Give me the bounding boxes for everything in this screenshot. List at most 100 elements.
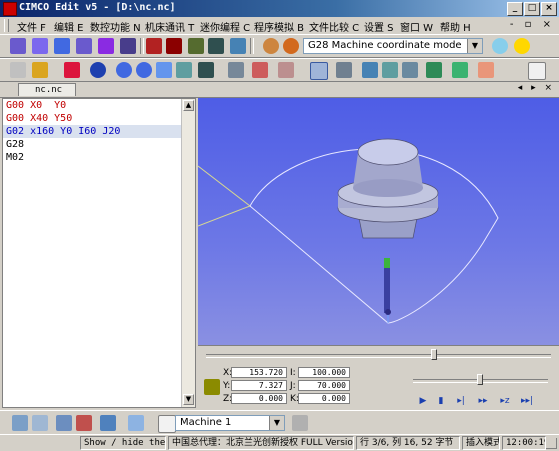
open-icon[interactable] xyxy=(12,415,28,431)
menu-mini-programming[interactable]: 迷你编程 C xyxy=(200,19,250,34)
upload-icon[interactable] xyxy=(208,38,224,54)
close-button[interactable]: × xyxy=(541,2,557,16)
chevron-down-icon[interactable]: ▼ xyxy=(467,39,482,53)
y-label: Y: xyxy=(223,381,231,391)
code-line-4[interactable]: G28 xyxy=(6,138,181,151)
maximize-button[interactable]: □ xyxy=(524,2,540,16)
fast-forward-icon[interactable]: ▸▸| xyxy=(520,395,534,407)
editor-scrollbar[interactable]: ▲ ▼ xyxy=(181,99,195,407)
menu-machine-comm[interactable]: 机床通讯 T xyxy=(145,19,194,34)
simulation-control-panel: X: 153.720 I: 100.000 Y: 7.327 J: 70.000… xyxy=(198,345,559,409)
menu-settings[interactable]: 设置 S xyxy=(364,19,394,34)
shape-icon[interactable] xyxy=(90,62,106,78)
zoom-window-icon[interactable] xyxy=(176,62,192,78)
zoom-out-icon[interactable] xyxy=(136,62,152,78)
tool-tip-marker xyxy=(384,258,390,268)
delete-icon[interactable] xyxy=(64,62,80,78)
view-side-icon[interactable] xyxy=(402,62,418,78)
code-line-2[interactable]: G00 X40 Y50 xyxy=(6,112,181,125)
pin-icon[interactable] xyxy=(228,62,244,78)
menu-nc-functions[interactable]: 数控功能 N xyxy=(90,19,141,34)
speed-slider-thumb[interactable] xyxy=(431,349,437,360)
cube-icon[interactable] xyxy=(263,38,279,54)
bulb-icon[interactable] xyxy=(514,38,530,54)
title-bar: CIMCO Edit v5 - [D:\nc.nc] _ □ × xyxy=(0,0,559,17)
path-display-icon[interactable] xyxy=(478,62,494,78)
x-value: 153.720 xyxy=(231,367,287,378)
code-line-3[interactable]: G02 x160 Y0 I60 J20 xyxy=(6,125,181,138)
iso-view-icon[interactable] xyxy=(452,62,468,78)
menu-program-simulation[interactable]: 程序模拟 B xyxy=(254,19,304,34)
menu-grip xyxy=(4,19,9,32)
format-icon[interactable] xyxy=(120,38,136,54)
mdi-window-controls[interactable]: - ▫ × xyxy=(510,19,555,30)
y-value: 7.327 xyxy=(231,380,287,391)
k-value: 0.000 xyxy=(298,393,350,404)
toolpath-drawing xyxy=(198,138,499,324)
zoom-fit-icon[interactable] xyxy=(156,62,172,78)
status-hint: Show / hide the to xyxy=(80,436,166,450)
remove-blocks-icon[interactable] xyxy=(98,38,114,54)
settings-icon[interactable] xyxy=(283,38,299,54)
chevron-down-icon[interactable]: ▼ xyxy=(269,416,284,430)
step-icon[interactable]: ▸| xyxy=(454,395,468,407)
tool-point xyxy=(385,309,391,315)
step-z-icon[interactable]: ▸z xyxy=(498,395,512,407)
axis-icon[interactable] xyxy=(426,62,442,78)
machine-config-icon[interactable] xyxy=(292,415,308,431)
mode-combo[interactable]: G28 Machine coordinate mode ▼ xyxy=(303,38,483,54)
resize-grip[interactable] xyxy=(546,438,557,449)
menu-help[interactable]: 帮助 H xyxy=(440,19,471,34)
transfer-icon[interactable] xyxy=(100,415,116,431)
position-slider-thumb[interactable] xyxy=(477,374,483,385)
download-icon[interactable] xyxy=(188,38,204,54)
simulation-viewport[interactable] xyxy=(198,98,559,345)
tab-scroll-controls[interactable]: ◂ ▸ × xyxy=(518,83,555,93)
step-forward-icon[interactable]: ▸▸ xyxy=(476,395,490,407)
minimize-button[interactable]: _ xyxy=(507,2,523,16)
tool-icon[interactable] xyxy=(310,62,328,80)
save-icon[interactable] xyxy=(32,415,48,431)
status-time: 12:00:19 xyxy=(502,436,546,450)
view-top-icon[interactable] xyxy=(382,62,398,78)
path-icon[interactable] xyxy=(252,62,268,78)
separator xyxy=(140,38,144,54)
pen-icon[interactable] xyxy=(198,62,214,78)
holder-icon[interactable] xyxy=(336,62,352,78)
insert-spaces-icon[interactable] xyxy=(54,38,70,54)
search-icon[interactable] xyxy=(492,38,508,54)
zoom-in-icon[interactable] xyxy=(116,62,132,78)
info-icon[interactable] xyxy=(158,415,176,433)
page-icon[interactable] xyxy=(528,62,546,80)
view-front-icon[interactable] xyxy=(362,62,378,78)
stop-icon[interactable]: ▮ xyxy=(434,395,448,407)
arc-icon[interactable] xyxy=(278,62,294,78)
code-editor[interactable]: G00 X0 Y0 G00 X40 Y50 G02 x160 Y0 I60 J2… xyxy=(2,98,196,408)
math-icon[interactable] xyxy=(146,38,162,54)
play-icon[interactable]: ▶ xyxy=(416,395,430,407)
scroll-up-icon[interactable]: ▲ xyxy=(183,100,194,111)
folder-icon[interactable] xyxy=(32,62,48,78)
status-position: 行 3/6, 列 16, 52 字节 xyxy=(356,436,460,450)
code-line-5[interactable]: M02 xyxy=(6,151,181,164)
remove-spaces-icon[interactable] xyxy=(76,38,92,54)
remove-numbers-icon[interactable] xyxy=(32,38,48,54)
rapid-move-path xyxy=(198,165,252,227)
machine-select[interactable]: Machine 1 ▼ xyxy=(175,415,285,431)
tab-nc[interactable]: nc.nc xyxy=(18,83,76,96)
menu-file-compare[interactable]: 文件比较 C xyxy=(309,19,359,34)
scroll-down-icon[interactable]: ▼ xyxy=(183,394,194,405)
receive-icon[interactable] xyxy=(76,415,92,431)
calculator-icon[interactable] xyxy=(166,38,182,54)
spindle-top xyxy=(357,138,419,166)
ox-icon[interactable] xyxy=(230,38,246,54)
status-license: 中国总代理：北京兰光创新授权 FULL Version xyxy=(168,436,354,450)
renumber-icon[interactable] xyxy=(10,38,26,54)
menu-edit[interactable]: 编辑 E xyxy=(54,19,84,34)
select-icon[interactable] xyxy=(10,62,26,78)
send-icon[interactable] xyxy=(56,415,72,431)
code-line-1[interactable]: G00 X0 Y0 xyxy=(6,99,181,112)
menu-window[interactable]: 窗口 W xyxy=(400,19,433,34)
menu-file[interactable]: 文件 F xyxy=(17,19,46,34)
setup-icon[interactable] xyxy=(128,415,144,431)
